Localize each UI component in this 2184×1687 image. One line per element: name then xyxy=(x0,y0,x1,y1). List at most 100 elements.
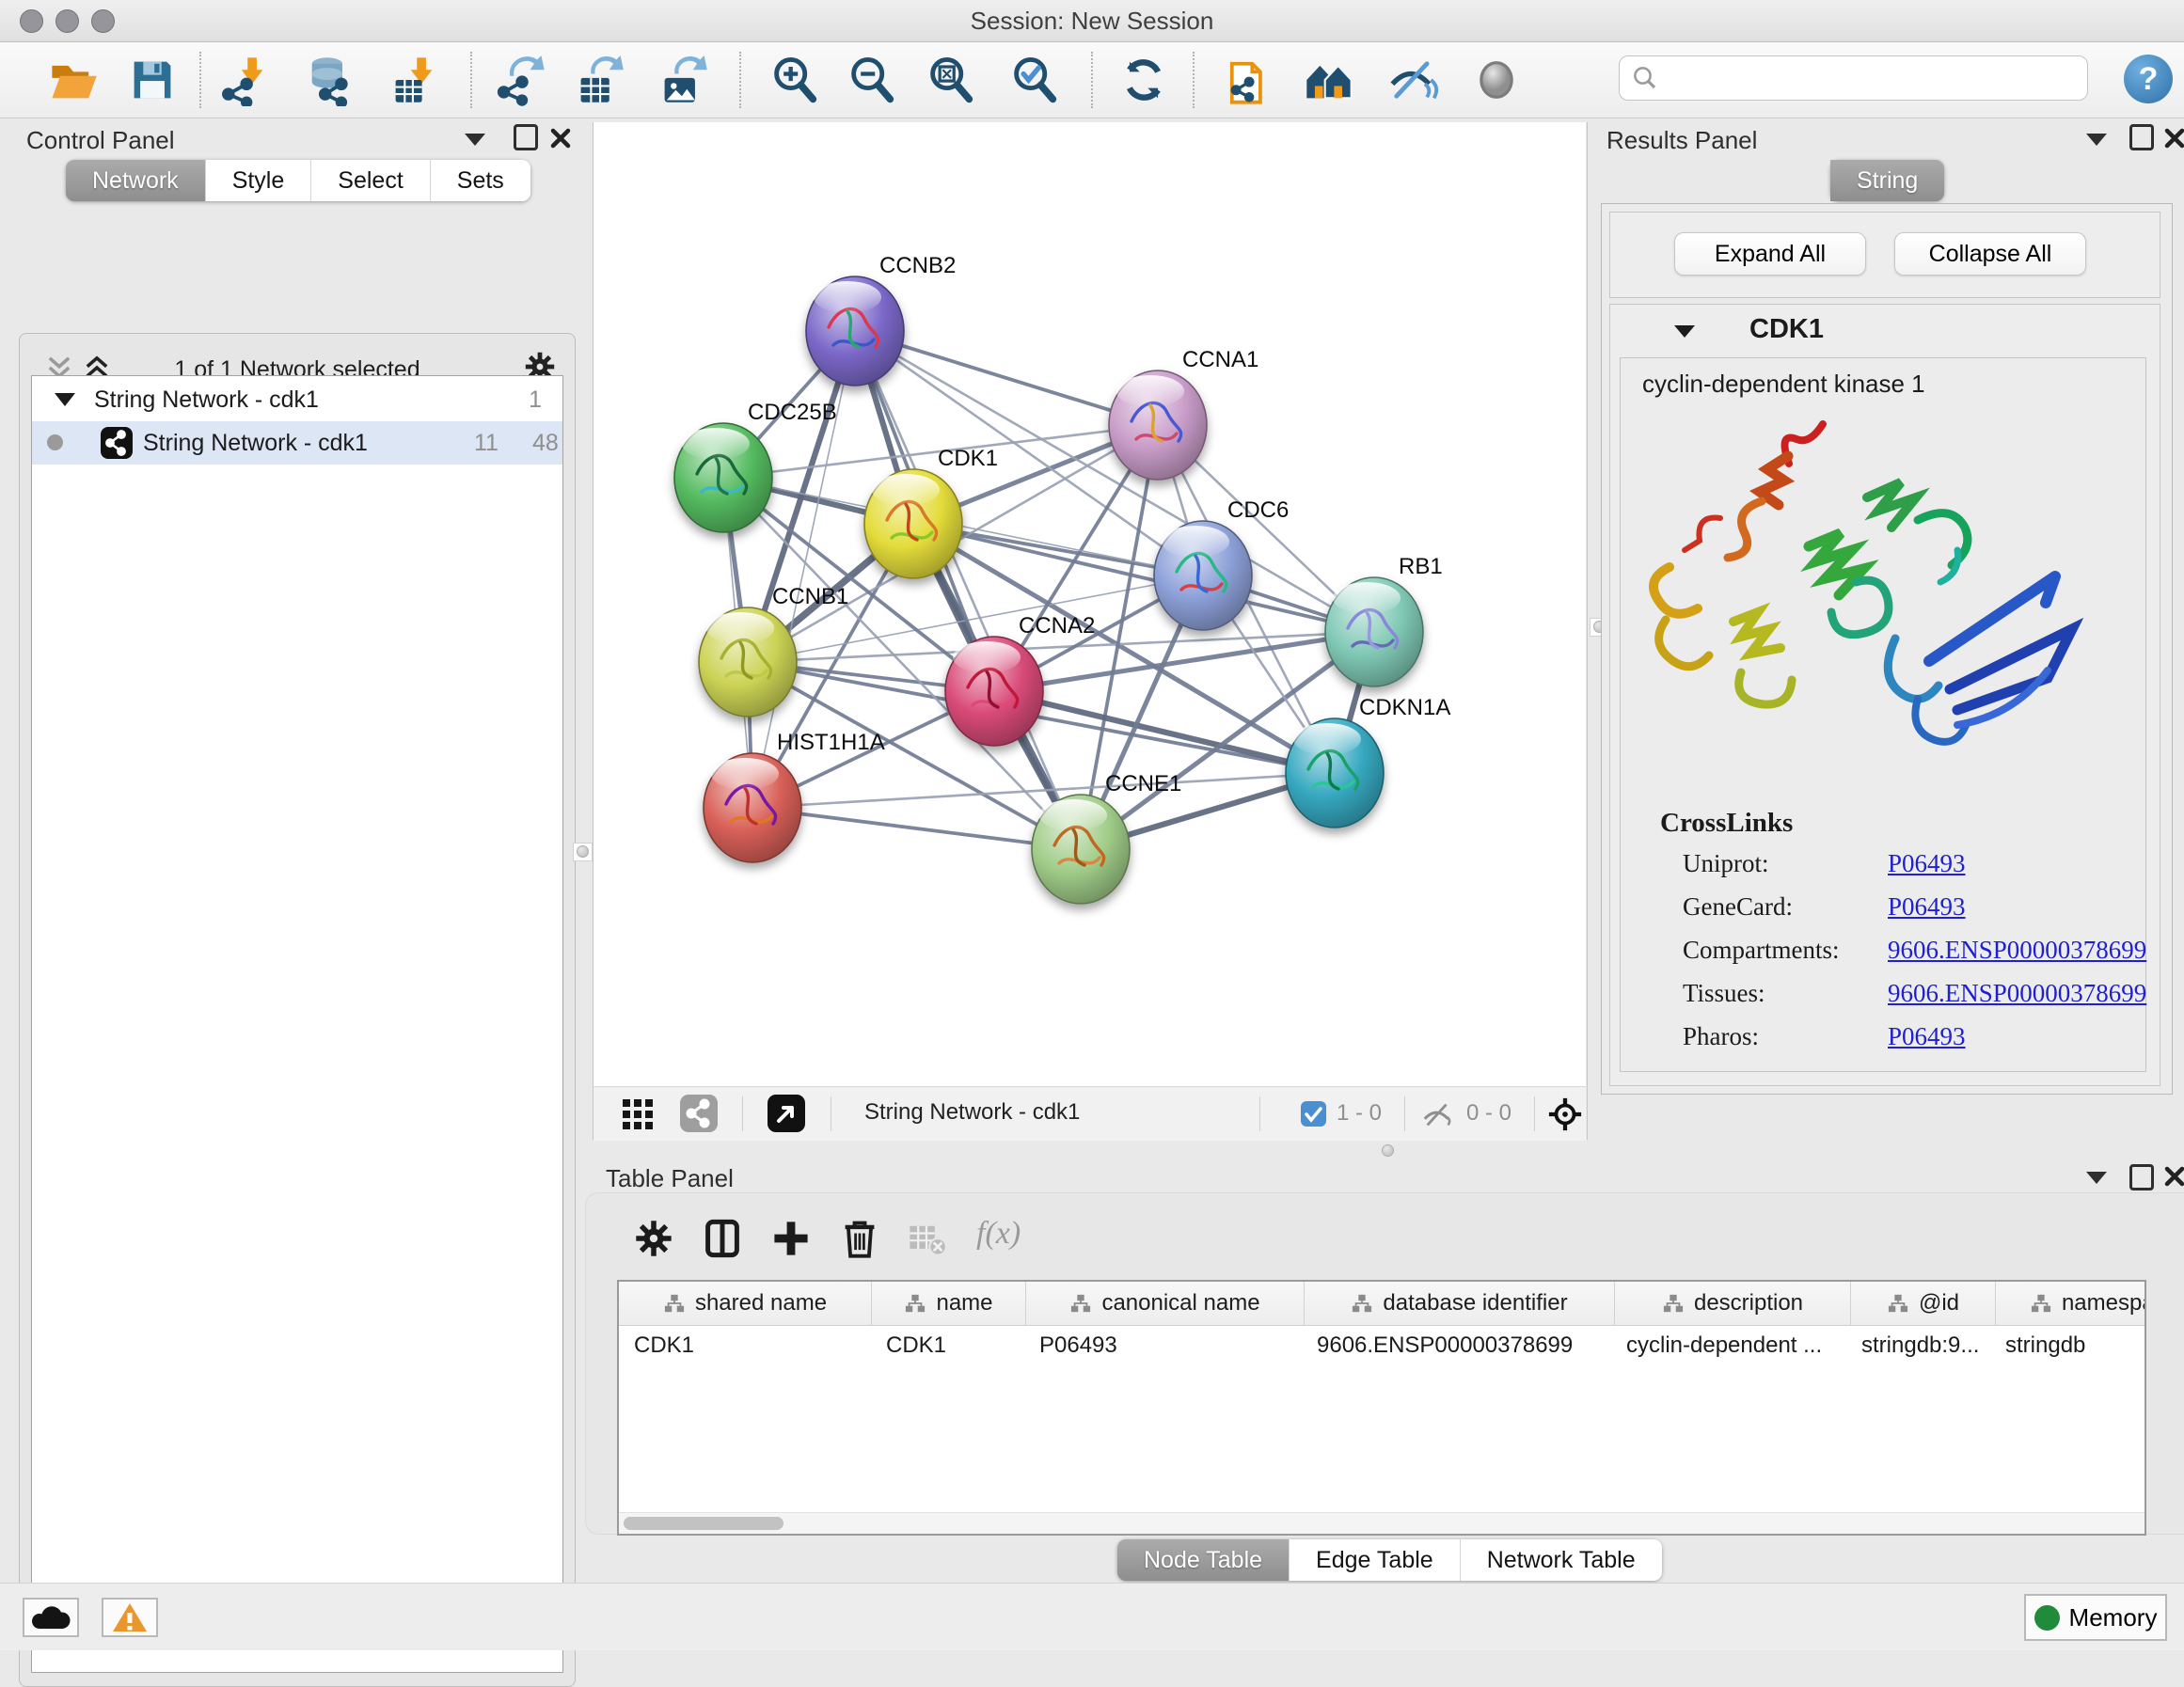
delete-table-button[interactable] xyxy=(906,1214,955,1263)
show-all-button[interactable] xyxy=(1470,53,1523,107)
float-panel-icon[interactable] xyxy=(2129,1164,2154,1190)
table-gear-button[interactable] xyxy=(633,1214,682,1263)
crosslink-link[interactable]: P06493 xyxy=(1888,892,1966,922)
grid-mode-icon[interactable] xyxy=(622,1098,654,1130)
help-button[interactable]: ? xyxy=(2124,55,2173,103)
export-network-button[interactable] xyxy=(496,53,548,107)
edge-CCNB2-CCNE1[interactable] xyxy=(855,331,1081,849)
network-row-selected[interactable]: String Network - cdk1 11 48 xyxy=(32,421,562,465)
node-CDC25B[interactable] xyxy=(674,423,772,532)
node-CCNB2[interactable] xyxy=(806,276,904,386)
float-panel-icon[interactable] xyxy=(2129,124,2154,150)
column-header-namespace[interactable]: namespace xyxy=(1996,1282,2146,1325)
search-field[interactable] xyxy=(1619,55,2088,101)
node-CDC6[interactable] xyxy=(1154,521,1252,630)
search-input[interactable] xyxy=(1667,60,2075,96)
float-panel-icon[interactable] xyxy=(514,124,538,150)
zoom-out-icon xyxy=(846,54,898,106)
column-header-name[interactable]: name xyxy=(872,1282,1026,1325)
show-columns-button[interactable] xyxy=(702,1214,751,1263)
panel-menu-icon[interactable] xyxy=(2086,134,2107,146)
tab-edge-table[interactable]: Edge Table xyxy=(1290,1539,1461,1581)
panel-menu-icon[interactable] xyxy=(465,134,485,146)
network-collection-row[interactable]: String Network - cdk1 1 xyxy=(32,378,562,421)
cybrowser-home-button[interactable] xyxy=(1303,53,1355,107)
node-CDK1[interactable] xyxy=(864,469,962,578)
table-cell[interactable]: stringdb xyxy=(1990,1326,2146,1365)
node-CCNA1[interactable] xyxy=(1109,371,1207,480)
table-row[interactable]: CDK1CDK1P064939606.ENSP00000378699cyclin… xyxy=(619,1326,2144,1365)
column-header--id[interactable]: @id xyxy=(1851,1282,1996,1325)
results-panel-tabs: String xyxy=(1830,160,1944,201)
open-session-button[interactable] xyxy=(47,53,100,107)
collapse-all-button[interactable]: Collapse All xyxy=(1894,232,2086,276)
scrollbar-thumb[interactable] xyxy=(624,1517,783,1530)
table-cell[interactable]: P06493 xyxy=(1024,1326,1302,1365)
table-cell[interactable]: 9606.ENSP00000378699 xyxy=(1302,1326,1611,1365)
file-network-button[interactable] xyxy=(1222,53,1274,107)
crosslink-link[interactable]: 9606.ENSP00000378699 xyxy=(1888,936,2146,965)
node-CCNB1[interactable] xyxy=(699,607,797,717)
tab-style[interactable]: Style xyxy=(206,160,312,201)
edge-CCNA2-CDKN1A[interactable] xyxy=(994,691,1335,773)
import-table-file-button[interactable] xyxy=(388,53,440,107)
add-column-button[interactable] xyxy=(770,1214,819,1263)
tab-sets[interactable]: Sets xyxy=(431,160,530,201)
node-HIST1H1A[interactable] xyxy=(704,753,801,862)
tree-expander-icon[interactable] xyxy=(55,393,75,406)
edge-CDK1-RB1[interactable] xyxy=(913,524,1374,632)
horizontal-scrollbar[interactable] xyxy=(619,1512,2144,1534)
tab-network-table[interactable]: Network Table xyxy=(1461,1539,1662,1581)
zoom-selected-button[interactable] xyxy=(1008,53,1061,107)
close-panel-icon[interactable] xyxy=(549,127,572,150)
table-cell[interactable]: CDK1 xyxy=(619,1326,871,1365)
import-network-database-button[interactable] xyxy=(303,53,356,107)
export-table-button[interactable] xyxy=(573,53,625,107)
bottom-divider-handle[interactable] xyxy=(1379,1143,1397,1159)
column-header-database-identifier[interactable]: database identifier xyxy=(1305,1282,1615,1325)
delete-column-button[interactable] xyxy=(839,1214,888,1263)
table-cell[interactable]: cyclin-dependent ... xyxy=(1611,1326,1846,1365)
zoom-out-button[interactable] xyxy=(846,53,898,107)
table-cell[interactable]: stringdb:9... xyxy=(1846,1326,1990,1365)
import-network-file-button[interactable] xyxy=(218,53,271,107)
tab-select[interactable]: Select xyxy=(311,160,430,201)
warning-status-button[interactable] xyxy=(102,1598,158,1637)
selected-checkbox[interactable] xyxy=(1301,1101,1326,1127)
crosslink-link[interactable]: 9606.ENSP00000378699 xyxy=(1888,979,2146,1008)
column-header-canonical-name[interactable]: canonical name xyxy=(1026,1282,1305,1325)
crosslink-link[interactable]: P06493 xyxy=(1888,849,1966,878)
table-cell[interactable]: CDK1 xyxy=(871,1326,1024,1365)
right-panel-divider[interactable] xyxy=(1587,122,1588,1140)
refresh-button[interactable] xyxy=(1117,53,1170,107)
section-expander-icon[interactable] xyxy=(1674,325,1695,338)
birds-eye-icon[interactable] xyxy=(1547,1096,1583,1132)
network-canvas[interactable]: CCNB2CCNA1CDC25BCDK1CDC6RB1CCNB1CCNA2CDK… xyxy=(593,122,1586,1086)
node-CCNA2[interactable] xyxy=(945,637,1043,746)
expand-all-button[interactable]: Expand All xyxy=(1674,232,1866,276)
node-CDKN1A[interactable] xyxy=(1286,718,1384,828)
tab-node-table[interactable]: Node Table xyxy=(1117,1539,1290,1581)
tab-string[interactable]: String xyxy=(1830,160,1944,201)
crosslink-link[interactable]: P06493 xyxy=(1888,1022,1966,1051)
zoom-fit-button[interactable] xyxy=(925,53,977,107)
left-divider-handle[interactable] xyxy=(573,843,593,861)
node-RB1[interactable] xyxy=(1325,577,1423,686)
node-table[interactable]: shared namenamecanonical namedatabase id… xyxy=(617,1280,2146,1536)
tab-network[interactable]: Network xyxy=(66,160,206,201)
column-header-shared-name[interactable]: shared name xyxy=(619,1282,872,1325)
panel-menu-icon[interactable] xyxy=(2086,1172,2107,1184)
open-in-window-icon[interactable] xyxy=(768,1095,805,1132)
cloud-status-button[interactable] xyxy=(23,1598,79,1637)
function-builder-button[interactable]: f(x) xyxy=(976,1216,1021,1252)
node-CCNE1[interactable] xyxy=(1032,795,1130,904)
zoom-in-button[interactable] xyxy=(768,53,821,107)
export-image-button[interactable] xyxy=(657,53,709,107)
column-header-description[interactable]: description xyxy=(1615,1282,1851,1325)
hide-selected-button[interactable] xyxy=(1386,53,1439,107)
close-panel-icon[interactable] xyxy=(2163,1165,2184,1188)
close-panel-icon[interactable] xyxy=(2163,127,2184,150)
network-view-mode-icon[interactable] xyxy=(680,1095,718,1132)
memory-button[interactable]: Memory xyxy=(2024,1594,2167,1641)
save-session-button[interactable] xyxy=(126,53,179,107)
